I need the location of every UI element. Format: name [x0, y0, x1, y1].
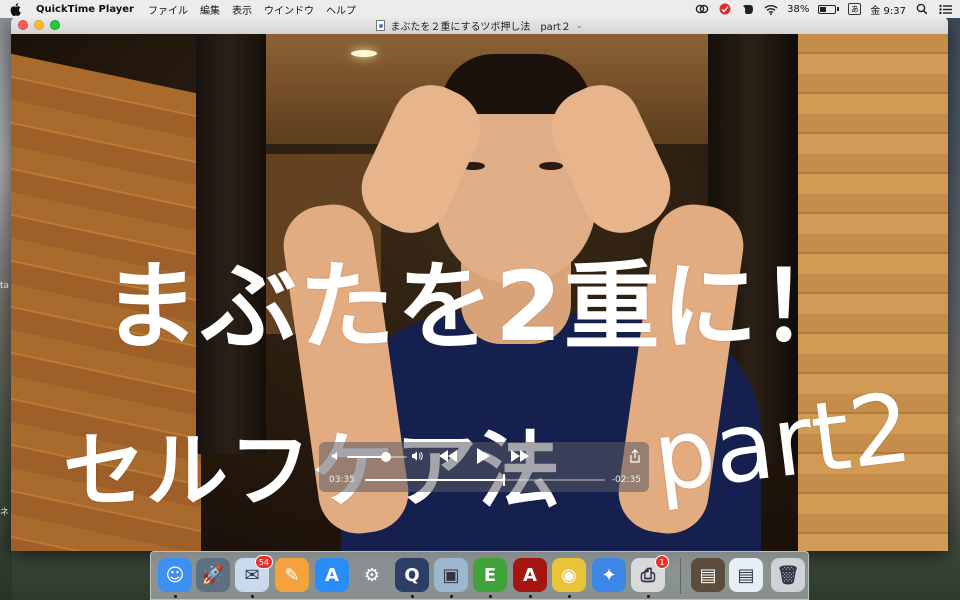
person-eye-right — [539, 162, 563, 170]
minimized-window-2-glyph: ▤ — [737, 564, 755, 586]
desktop-item-label: ta — [0, 281, 10, 291]
dock-evernote-icon[interactable]: E — [473, 558, 507, 592]
dock-separator — [680, 558, 681, 594]
apple-menu-icon[interactable] — [10, 2, 32, 16]
menu-view[interactable]: 表示 — [232, 2, 252, 17]
dock-minimized-window-2-icon[interactable]: ▤ — [729, 558, 763, 592]
document-icon — [376, 20, 386, 31]
input-source-indicator[interactable]: あ — [848, 3, 862, 15]
app-store-glyph: A — [325, 564, 339, 586]
preview-glyph: ▣ — [442, 564, 460, 586]
video-frame[interactable]: まぶたを2重に！ セルフケア法 part2 03:35 -02:35 — [11, 34, 948, 551]
minimized-window-1-glyph: ▤ — [699, 564, 717, 586]
notification-center-icon[interactable] — [938, 3, 952, 15]
quicktime-glyph: Q — [404, 564, 420, 586]
dock: ☺ 🚀 ✉ 54 ✎ A ⚙ Q ▣ E A ◉ ✦ ⎙ 1 ▤ ▤ 🗑 — [150, 551, 809, 600]
remaining-time: -02:35 — [611, 475, 641, 485]
dock-trash-icon[interactable]: 🗑 — [771, 558, 805, 592]
chrome-glyph: ◉ — [561, 564, 577, 586]
window-close-button[interactable] — [18, 20, 28, 30]
caption-title-line1: まぶたを2重に！ — [103, 251, 858, 363]
wifi-icon[interactable] — [764, 3, 778, 15]
chevron-down-icon[interactable]: ⌄ — [576, 21, 583, 30]
dock-pages-icon[interactable]: ✎ — [275, 558, 309, 592]
window-titlebar[interactable]: まぶたを２重にするツボ押し法 part２ ⌄ — [11, 17, 948, 34]
share-icon[interactable] — [629, 449, 641, 463]
dock-safari-icon[interactable]: ✦ — [592, 558, 626, 592]
pages-glyph: ✎ — [284, 564, 300, 586]
trash-glyph: 🗑 — [776, 564, 800, 586]
app-menu[interactable]: QuickTime Player — [36, 4, 134, 15]
window-minimize-button[interactable] — [34, 20, 44, 30]
volume-knob[interactable] — [381, 452, 391, 462]
safari-glyph: ✦ — [601, 564, 617, 586]
fast-forward-button[interactable] — [509, 448, 531, 464]
timeline-progress — [365, 479, 505, 481]
spotlight-search-icon[interactable] — [915, 3, 929, 15]
dock-quicktime-icon[interactable]: Q — [395, 558, 429, 592]
volume-high-icon[interactable] — [411, 450, 423, 462]
evernote-running-indicator — [489, 595, 492, 598]
elapsed-time: 03:35 — [329, 475, 355, 485]
evernote-glyph: E — [483, 564, 497, 586]
dock-printer-icon[interactable]: ⎙ 1 — [631, 555, 669, 592]
playback-controls: 03:35 -02:35 — [319, 442, 649, 492]
system-preferences-glyph: ⚙ — [363, 564, 381, 586]
menubar-clock[interactable]: 金 9:37 — [870, 2, 906, 17]
red-status-icon[interactable] — [718, 3, 732, 15]
dock-system-preferences-icon[interactable]: ⚙ — [355, 558, 389, 592]
dock-preview-icon[interactable]: ▣ — [434, 558, 468, 592]
desktop-item-label: ネ — [0, 508, 10, 518]
play-button[interactable] — [473, 448, 493, 464]
mail-badge: 54 — [254, 555, 273, 569]
ceiling-lamp — [351, 50, 377, 57]
creative-cloud-icon[interactable] — [695, 3, 709, 15]
dock-chrome-icon[interactable]: ◉ — [552, 558, 586, 592]
finder-running-indicator — [174, 595, 177, 598]
acrobat-running-indicator — [529, 595, 532, 598]
printer-badge: 1 — [655, 555, 669, 569]
timeline-playhead[interactable] — [503, 474, 506, 486]
mail-running-indicator — [251, 595, 254, 598]
launchpad-glyph: 🚀 — [201, 564, 225, 586]
dock-mail-icon[interactable]: ✉ 54 — [235, 555, 273, 592]
volume-slider[interactable] — [347, 452, 407, 462]
menu-bar: QuickTime Player ファイル 編集 表示 ウインドウ ヘルプ 38… — [0, 0, 960, 18]
battery-percent: 38% — [787, 3, 810, 15]
window-title: まぶたを２重にするツボ押し法 part２ — [390, 22, 571, 33]
printer-glyph: ⎙ — [640, 564, 656, 586]
menu-edit[interactable]: 編集 — [200, 2, 220, 17]
printer-running-indicator — [647, 595, 650, 598]
quicktime-running-indicator — [411, 595, 414, 598]
window-zoom-button[interactable] — [50, 20, 60, 30]
dock-app-store-icon[interactable]: A — [315, 558, 349, 592]
preview-running-indicator — [450, 595, 453, 598]
battery-level — [820, 6, 827, 12]
dock-minimized-window-1-icon[interactable]: ▤ — [691, 558, 725, 592]
menu-file[interactable]: ファイル — [148, 2, 188, 17]
battery-icon[interactable] — [818, 4, 840, 14]
timeline-scrubber[interactable] — [365, 474, 605, 486]
chrome-running-indicator — [568, 595, 571, 598]
dock-launchpad-icon[interactable]: 🚀 — [196, 558, 230, 592]
volume-low-icon[interactable] — [331, 451, 341, 461]
menu-help[interactable]: ヘルプ — [326, 2, 356, 17]
acrobat-glyph: A — [523, 564, 537, 586]
evernote-status-icon[interactable] — [741, 3, 755, 15]
quicktime-window: まぶたを２重にするツボ押し法 part２ ⌄ まぶたを2重に！ セルフケア法 p… — [11, 17, 948, 551]
finder-glyph: ☺ — [165, 564, 185, 586]
dock-acrobat-icon[interactable]: A — [513, 558, 547, 592]
dock-finder-icon[interactable]: ☺ — [158, 558, 192, 592]
rewind-button[interactable] — [437, 448, 459, 464]
menu-window[interactable]: ウインドウ — [264, 2, 314, 17]
